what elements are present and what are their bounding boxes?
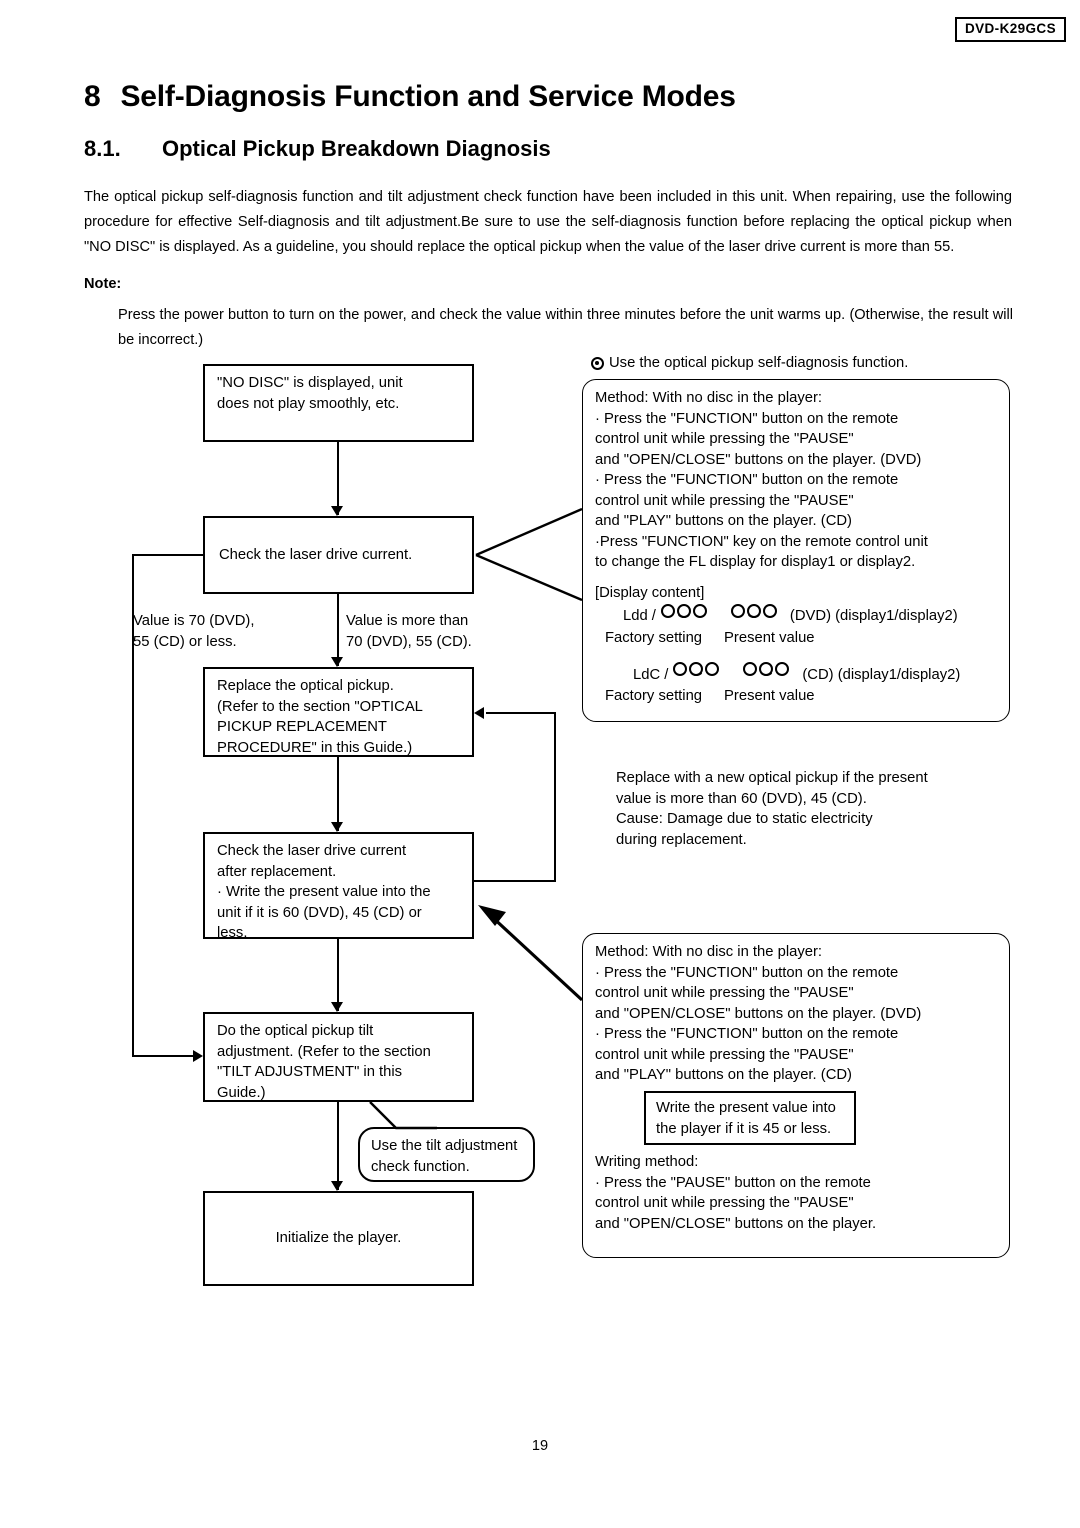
brace-glyph: ︶ <box>690 672 703 687</box>
tilt-method-line: Method: With no disc in the player: <box>595 944 822 960</box>
chapter-title-text: Self-Diagnosis Function and Service Mode… <box>120 80 736 113</box>
arrow-checkafter-to-tilt <box>331 1002 343 1012</box>
flow-box-check-after-replacement: Check the laser drive current after repl… <box>203 832 474 941</box>
circle-glyph <box>660 603 675 618</box>
inner-box-write-present-value-text: Write the present value into the player … <box>656 1100 836 1137</box>
chapter-number: 8 <box>84 80 101 113</box>
connector-tilt-to-initialize <box>337 1102 339 1190</box>
display-row-cd: LdC / ︶ ︶ (CD) (display1/display2) <box>633 662 999 685</box>
arrow-check-to-replace <box>331 657 343 667</box>
section-title: 8.1. Optical Pickup Breakdown Diagnosis <box>84 136 551 162</box>
bullseye-icon <box>591 356 604 370</box>
replace-note-text: Replace with a new optical pickup if the… <box>616 770 928 848</box>
connector-replace-to-checkafter <box>337 757 339 831</box>
flow-box-replace-pickup: Replace the optical pickup. (Refer to th… <box>203 667 474 757</box>
right-panel-heading-text: Use the optical pickup self-diagnosis fu… <box>609 355 909 371</box>
flow-box-check-current-text: Check the laser drive current. <box>219 546 413 563</box>
arrow-nodisc-to-check <box>331 506 343 516</box>
branch-label-right: Value is more than 70 (DVD), 55 (CD). <box>346 613 472 650</box>
circle-glyph <box>673 662 688 677</box>
display-row-dvd: Ldd / ︶ ︶ (DVD) (display1/display2) <box>623 603 999 628</box>
flow-box-tilt-adjustment-text: Do the optical pickup tilt adjustment. (… <box>217 1023 431 1101</box>
arrow-tilt-to-initialize <box>331 1181 343 1191</box>
page-number: 19 <box>531 1438 549 1454</box>
brace-glyph: ︶ <box>747 613 760 628</box>
section-title-text: Optical Pickup Breakdown Diagnosis <box>162 136 551 161</box>
method-bullet-display-toggle: ·Press "FUNCTION" key on the remote cont… <box>595 533 928 571</box>
connector-left-branch-top <box>132 554 204 556</box>
page-title: 8 Self-Diagnosis Function and Service Mod… <box>84 80 736 114</box>
inner-box-write-present-value: Write the present value into the player … <box>644 1091 856 1145</box>
circle-glyph <box>705 662 720 677</box>
circle-glyph <box>730 603 745 618</box>
arrow-replace-to-checkafter <box>331 822 343 832</box>
right-panel-heading: Use the optical pickup self-diagnosis fu… <box>591 353 908 374</box>
brace-glyph: ︶ <box>760 672 773 687</box>
display-row-dvd-labels: Factory setting Present value <box>605 628 999 649</box>
flow-box-check-after-replacement-text: Check the laser drive current after repl… <box>217 843 431 941</box>
note-label: Note: <box>84 276 122 292</box>
display-row-dvd-prefix: Ldd / <box>623 607 656 624</box>
section-number: 8.1. <box>84 136 121 161</box>
flow-box-check-current: Check the laser drive current. <box>203 516 474 594</box>
connector-check-to-replace <box>337 594 339 666</box>
branch-label-left: Value is 70 (DVD), 55 (CD) or less. <box>133 613 255 650</box>
writing-method-bullet: · Press the "PAUSE" button on the remote… <box>595 1174 877 1232</box>
connector-left-branch-bottom <box>132 1055 194 1057</box>
manual-page: DVD-K29GCS 8 Self-Diagnosis Function and … <box>0 0 1080 1528</box>
tilt-method-bullet-cd: · Press the "FUNCTION" button on the rem… <box>595 1026 899 1084</box>
circle-glyph <box>743 662 758 677</box>
circle-glyph <box>775 662 790 677</box>
callout-self-diagnosis-method: Method: With no disc in the player: · Pr… <box>582 379 1010 722</box>
display-row-cd-factory-circles: ︶ <box>672 662 720 685</box>
flow-box-replace-pickup-text: Replace the optical pickup. (Refer to th… <box>217 678 423 756</box>
connector-checkafter-to-tilt <box>337 939 339 1011</box>
display-row-cd-suffix: (CD) (display1/display2) <box>802 666 961 683</box>
brace-glyph: ︶ <box>677 613 690 628</box>
note-text: Press the power button to turn on the po… <box>118 307 1013 348</box>
display-row-dvd-label-present: Present value <box>724 629 815 646</box>
writing-method-heading: Writing method: <box>595 1153 699 1170</box>
display-row-cd-label-present: Present value <box>724 688 815 705</box>
flow-box-no-disc: "NO DISC" is displayed, unit does not pl… <box>203 364 474 442</box>
flow-box-no-disc-text: "NO DISC" is displayed, unit does not pl… <box>217 375 403 412</box>
connector-feedback-top <box>486 712 556 714</box>
display-row-dvd-label-factory: Factory setting <box>605 629 703 646</box>
display-row-cd-present-circles: ︶ <box>742 662 790 685</box>
display-row-dvd-present-circles: ︶ <box>730 603 778 628</box>
connector-feedback-bottom <box>474 880 556 882</box>
circle-glyph <box>692 603 707 618</box>
arrow-feedback-to-replace <box>474 707 484 719</box>
method-bullet-dvd: · Press the "FUNCTION" button on the rem… <box>595 410 922 468</box>
display-content-heading: [Display content] <box>595 584 705 601</box>
callout-tilt-check-function: Use the tilt adjustment check function. <box>358 1127 535 1182</box>
callout-tilt-check-function-text: Use the tilt adjustment check function. <box>371 1138 518 1175</box>
arrow-left-branch-to-tilt <box>193 1050 203 1062</box>
flow-box-initialize-player-text: Initialize the player. <box>275 1230 402 1247</box>
intro-paragraph: The optical pickup self-diagnosis functi… <box>84 189 1012 255</box>
connector-nodisc-to-check <box>337 442 339 515</box>
flow-box-tilt-adjustment: Do the optical pickup tilt adjustment. (… <box>203 1012 474 1102</box>
display-row-dvd-suffix: (DVD) (display1/display2) <box>789 607 958 624</box>
method-line: Method: With no disc in the player: <box>595 390 822 406</box>
display-row-cd-label-factory: Factory setting <box>605 688 703 705</box>
connector-feedback-vertical <box>554 712 556 882</box>
circle-glyph <box>762 603 777 618</box>
tilt-method-bullet-dvd: · Press the "FUNCTION" button on the rem… <box>595 964 922 1022</box>
callout-tilt-method: Method: With no disc in the player: · Pr… <box>582 933 1010 1258</box>
display-row-cd-labels: Factory setting Present value <box>605 686 999 707</box>
display-row-cd-prefix: LdC / <box>633 666 669 683</box>
method-bullet-cd: · Press the "FUNCTION" button on the rem… <box>595 472 899 530</box>
display-row-dvd-factory-circles: ︶ <box>660 603 708 628</box>
connector-left-branch-vertical <box>132 554 134 1057</box>
model-number-badge: DVD-K29GCS <box>954 17 1066 42</box>
flow-box-initialize-player: Initialize the player. <box>203 1191 474 1286</box>
